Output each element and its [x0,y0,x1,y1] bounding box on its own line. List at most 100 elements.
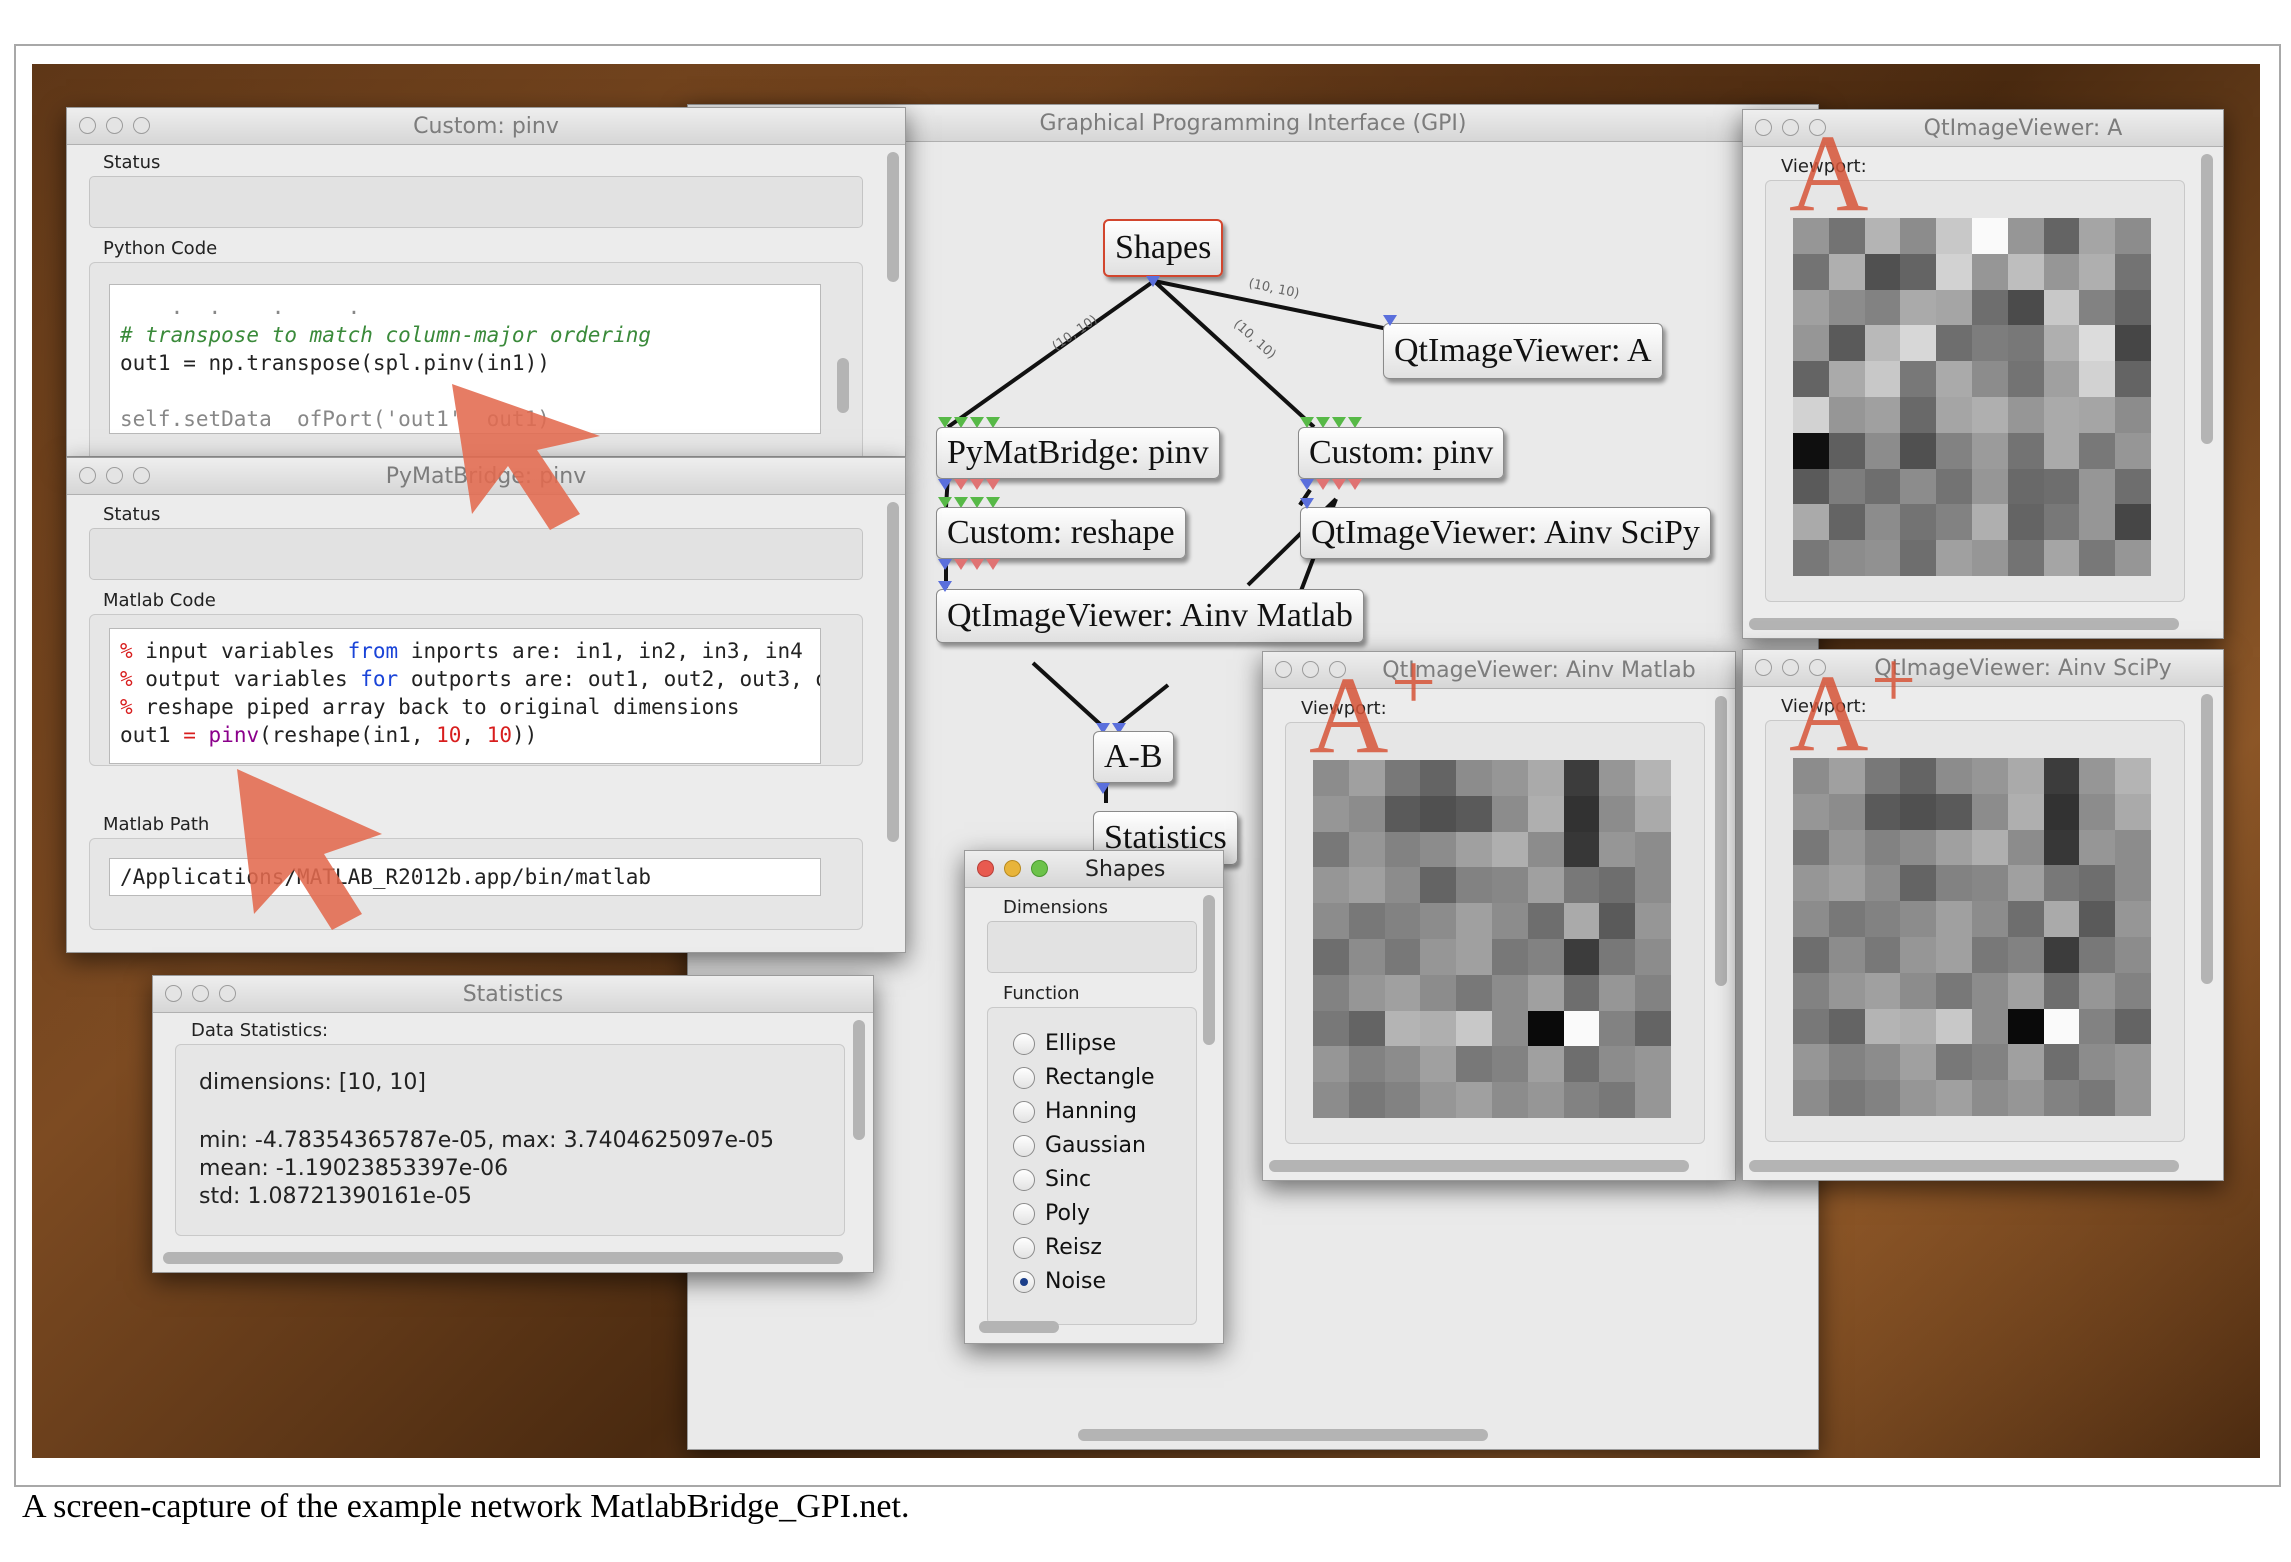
image-pixel [1936,325,1972,362]
node-qtviewer-ainv-scipy[interactable]: QtImageViewer: Ainv SciPy [1300,507,1711,559]
image-pixel [1527,1010,1564,1047]
node-qtviewer-ainv-matlab[interactable]: QtImageViewer: Ainv Matlab [936,589,1364,643]
matlab-code-editor[interactable]: % input variables from inports are: in1,… [109,628,821,764]
stat-minmax: min: -4.78354365787e-05, max: 3.74046250… [199,1128,775,1153]
image-pixel [1420,1010,1457,1047]
zoom-button[interactable] [1031,860,1048,877]
close-button[interactable] [1755,119,1772,136]
close-button[interactable] [1755,659,1772,676]
window-vscroll[interactable] [1203,895,1215,1045]
viewport-image-ainv-scipy[interactable] [1793,758,2151,1116]
image-pixel [1599,974,1636,1011]
image-pixel [1864,793,1901,830]
window-hscroll[interactable] [1269,1160,1689,1172]
minimize-button[interactable] [1004,860,1021,877]
radio-noise[interactable]: Noise [1013,1269,1106,1294]
radio-circle[interactable] [1013,1236,1035,1259]
gpi-hscrollbar[interactable] [1078,1429,1488,1441]
radio-sinc[interactable]: Sinc [1013,1167,1091,1192]
image-pixel [1864,289,1901,326]
window-vscroll[interactable] [2201,154,2213,444]
node-custom-pinv[interactable]: Custom: pinv [1298,427,1505,479]
matlab-path-input[interactable]: /Applications/MATLAB_R2012b.app/bin/matl… [109,858,821,896]
image-pixel [1635,831,1671,868]
node-shapes[interactable]: Shapes [1103,219,1224,277]
window-vscroll[interactable] [887,502,899,842]
image-pixel [1900,432,1937,469]
radio-hanning[interactable]: Hanning [1013,1099,1137,1124]
window-hscroll[interactable] [1749,618,2179,630]
image-pixel [1527,867,1564,904]
radio-circle[interactable] [1013,1032,1035,1055]
radio-gaussian[interactable]: Gaussian [1013,1133,1146,1158]
window-hscroll[interactable] [163,1252,843,1264]
close-button[interactable] [1275,661,1292,678]
image-pixel [2079,865,2116,902]
window-vscroll[interactable] [1715,696,1727,986]
image-pixel [1828,253,1865,290]
code-vscroll[interactable] [837,358,849,413]
window-vscroll[interactable] [887,152,899,282]
radio-circle[interactable] [1013,1066,1035,1089]
radio-reisz[interactable]: Reisz [1013,1235,1102,1260]
window-hscroll[interactable] [979,1321,1059,1333]
python-code-editor[interactable]: . . . . # transpose to match column-majo… [109,284,821,434]
radio-rectangle[interactable]: Rectangle [1013,1065,1155,1090]
node-a-minus-b[interactable]: A-B [1093,731,1174,783]
radio-ellipse[interactable]: Ellipse [1013,1031,1116,1056]
image-pixel [1936,289,1972,326]
image-pixel [1563,1046,1600,1083]
radio-circle[interactable] [1013,1100,1035,1123]
shapes-titlebar[interactable]: Shapes [965,851,1223,888]
window-vscroll[interactable] [2201,694,2213,984]
image-pixel [1420,1082,1457,1118]
window-vscroll[interactable] [853,1020,865,1140]
image-pixel [2079,325,2116,362]
node-custom-reshape[interactable]: Custom: reshape [936,507,1186,559]
radio-circle-selected[interactable] [1013,1270,1035,1293]
image-pixel [1864,901,1901,937]
image-pixel [1936,396,1972,433]
image-pixel [2079,758,2116,794]
image-pixel [1348,1082,1385,1118]
radio-circle[interactable] [1013,1202,1035,1225]
image-pixel [1491,1046,1528,1083]
matlab-path-label: Matlab Path [103,814,210,835]
image-pixel [2115,865,2151,902]
image-pixel [1864,253,1901,290]
statistics-titlebar[interactable]: Statistics [153,976,873,1013]
image-pixel [1348,974,1385,1011]
close-button[interactable] [977,860,994,877]
image-pixel [1313,1010,1349,1047]
image-pixel [1971,758,2008,794]
image-pixel [2043,793,2080,830]
image-pixel [1384,938,1421,975]
image-pixel [1971,253,2008,290]
custom-pinv-titlebar[interactable]: Custom: pinv [67,108,905,145]
image-pixel [1313,831,1349,868]
image-pixel [1491,903,1528,939]
image-pixel [2043,432,2080,469]
image-pixel [2043,504,2080,541]
radio-circle[interactable] [1013,1134,1035,1157]
pymatbridge-titlebar[interactable]: PyMatBridge: pinv [67,458,905,495]
image-pixel [2007,289,2044,326]
image-pixel [2043,289,2080,326]
pymatbridge-window: PyMatBridge: pinv Status Matlab Code % i… [66,457,906,953]
image-pixel [1936,936,1972,973]
node-pymatbridge[interactable]: PyMatBridge: pinv [936,427,1220,479]
image-pixel [1384,903,1421,939]
window-hscroll[interactable] [1749,1160,2179,1172]
image-pixel [1456,938,1492,975]
image-pixel [1864,1080,1901,1116]
radio-label: Gaussian [1045,1133,1146,1158]
viewport-image-ainv-matlab[interactable] [1313,760,1671,1118]
radio-poly[interactable]: Poly [1013,1201,1090,1226]
image-pixel [1563,760,1600,796]
image-pixel [2007,972,2044,1009]
node-qtviewer-a[interactable]: QtImageViewer: A [1383,323,1663,379]
viewport-image-a[interactable] [1793,218,2151,576]
image-pixel [1971,504,2008,541]
radio-circle[interactable] [1013,1168,1035,1191]
ports-ab-out [1096,783,1110,795]
